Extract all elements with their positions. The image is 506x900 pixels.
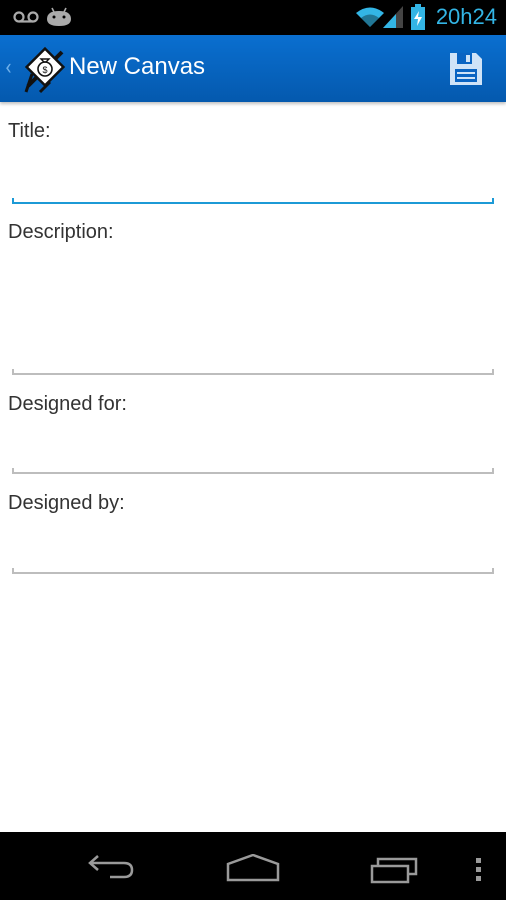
voicemail-icon [13,11,39,23]
navigation-bar [0,832,506,900]
svg-text:$: $ [42,65,47,75]
designed-for-input[interactable] [12,430,498,472]
screen-title: New Canvas [69,53,206,80]
wifi-icon [356,7,384,27]
description-label: Description: [8,221,114,243]
designed-by-input-underline [12,568,494,574]
status-bar: 20h24 [0,0,506,35]
description-input-underline [12,369,494,375]
description-input[interactable] [12,256,498,372]
home-button[interactable] [226,854,280,882]
signal-icon [383,6,403,28]
money-bag-canvas-icon[interactable]: $ [20,44,70,94]
title-label: Title: [8,120,51,142]
designed-for-label: Designed for: [8,393,127,415]
back-button[interactable] [86,852,138,882]
designed-for-input-underline [12,468,494,474]
floppy-disk-icon[interactable] [448,51,484,87]
title-input[interactable] [12,160,498,202]
battery-charging-icon [411,4,425,30]
title-input-underline [12,198,494,204]
clock: 20h24 [435,4,497,29]
action-bar: ‹ $ New Canvas [0,35,506,102]
designed-by-input[interactable] [12,530,498,572]
recent-apps-button[interactable] [370,856,420,884]
up-chevron-icon[interactable]: ‹ [5,55,12,80]
menu-overflow-button[interactable] [474,856,484,882]
android-debug-icon [47,7,71,26]
designed-by-label: Designed by: [8,492,125,514]
